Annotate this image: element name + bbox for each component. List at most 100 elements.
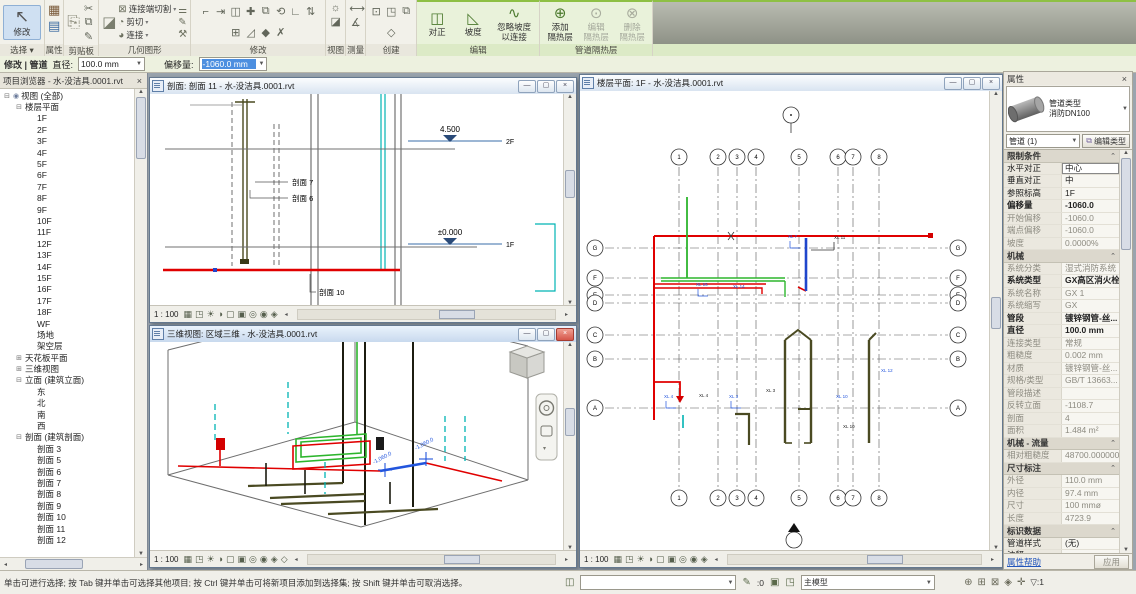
- modify-button[interactable]: ↖ 修改: [3, 5, 41, 40]
- tree-expander-icon[interactable]: ⊞: [15, 365, 23, 373]
- slope-button[interactable]: ◺ 坡度: [456, 10, 490, 37]
- thin-lines-icon[interactable]: ◪: [329, 15, 342, 28]
- offset-icon[interactable]: ⇥: [214, 5, 227, 18]
- shadows-icon[interactable]: ◑: [218, 307, 223, 321]
- angle-dimension-icon[interactable]: ∡: [349, 16, 362, 29]
- grid-bubble[interactable]: C: [587, 327, 603, 343]
- property-row[interactable]: 材质镀锌钢管-丝...: [1004, 363, 1119, 376]
- press-drag-icon[interactable]: ⊞: [977, 577, 985, 588]
- property-row[interactable]: 剖面4: [1004, 413, 1119, 426]
- section-window-titlebar[interactable]: 剖面: 剖面 11 - 水-没洁具.0001.rvt — ▢ ×: [150, 78, 576, 95]
- property-value[interactable]: 4: [1062, 413, 1119, 425]
- viewcube[interactable]: [510, 346, 544, 378]
- detail-level-icon[interactable]: ▦: [613, 552, 622, 566]
- minimize-icon[interactable]: —: [518, 328, 536, 341]
- property-section-header[interactable]: 机械⌃: [1004, 250, 1119, 263]
- property-row[interactable]: 注释: [1004, 550, 1119, 553]
- red-pipes[interactable]: [654, 236, 931, 420]
- worksharing-display-icon[interactable]: ◈: [271, 307, 278, 321]
- grid-bubble[interactable]: 7: [845, 149, 861, 165]
- measure-distance-icon[interactable]: ⟷: [349, 2, 362, 15]
- tree-item[interactable]: 4F: [0, 147, 134, 158]
- riser-tag[interactable]: XL 7: [788, 234, 798, 239]
- riser-tag[interactable]: XL 3: [766, 388, 776, 393]
- grid-bubble[interactable]: 8: [871, 149, 887, 165]
- property-value[interactable]: 湿式消防系统: [1062, 263, 1119, 275]
- tree-item[interactable]: 11F: [0, 227, 134, 238]
- property-row[interactable]: 偏移量-1060.0: [1004, 200, 1119, 213]
- property-row[interactable]: 参照标高1F: [1004, 188, 1119, 201]
- family-types-icon[interactable]: ▦: [48, 2, 60, 18]
- property-value[interactable]: 0.002 mm: [1062, 350, 1119, 362]
- property-value[interactable]: -1060.0: [1062, 200, 1119, 212]
- callout-label[interactable]: 剖面 6: [292, 193, 313, 203]
- trim-icon[interactable]: ∟: [289, 6, 302, 18]
- three-d-window[interactable]: 三维视图: 区域三维 - 水-没洁具.0001.rvt — ▢ ×: [149, 325, 577, 568]
- property-row[interactable]: 反转立面-1108.7: [1004, 400, 1119, 413]
- project-browser-hscrollbar[interactable]: ◂▸: [0, 557, 147, 570]
- riser-tag[interactable]: XL 10: [836, 394, 848, 399]
- grid-bubble[interactable]: 6: [830, 490, 846, 506]
- property-value[interactable]: 110.0 mm: [1062, 475, 1119, 487]
- property-value[interactable]: 97.4 mm: [1062, 488, 1119, 500]
- grid-bubble[interactable]: B: [587, 351, 603, 367]
- pencil-icon[interactable]: ✎: [742, 577, 750, 588]
- property-row[interactable]: 连接类型常规: [1004, 338, 1119, 351]
- tree-item[interactable]: ⊟◉视图 (全部): [0, 90, 134, 101]
- grid-bubble[interactable]: 1: [671, 149, 687, 165]
- crop-view-icon[interactable]: ▢: [226, 552, 235, 566]
- properties-title[interactable]: 属性×: [1004, 72, 1132, 85]
- plan-vscrollbar[interactable]: ▲ ▼: [989, 91, 1002, 551]
- tree-item[interactable]: 9F: [0, 204, 134, 215]
- property-row[interactable]: 规格/类型GB/T 13663...: [1004, 375, 1119, 388]
- tree-item[interactable]: 13F: [0, 249, 134, 260]
- mirror-icon[interactable]: ◫: [229, 5, 242, 18]
- property-value[interactable]: GX高区消火栓: [1062, 275, 1119, 287]
- close-icon[interactable]: ×: [1120, 74, 1129, 84]
- tree-item[interactable]: ⊞天花板平面: [0, 352, 134, 363]
- show-crop-icon[interactable]: ▣: [668, 552, 677, 566]
- edit-type-button[interactable]: ⧉ 编辑类型: [1082, 134, 1130, 148]
- grid-bubble[interactable]: G: [950, 240, 966, 256]
- level-marker-1f[interactable]: ±0.000 1F: [408, 228, 514, 249]
- property-row[interactable]: 粗糙度0.002 mm: [1004, 350, 1119, 363]
- copy-icon[interactable]: ⧉: [259, 5, 272, 18]
- property-section-header[interactable]: 机械 - 流量⌃: [1004, 438, 1119, 451]
- crop-view-icon[interactable]: ▢: [226, 307, 235, 321]
- property-row[interactable]: 尺寸100 mmø: [1004, 500, 1119, 513]
- tree-item[interactable]: 3F: [0, 136, 134, 147]
- pin-icon[interactable]: ◆: [259, 26, 272, 39]
- tree-expander-icon[interactable]: ⊞: [15, 354, 23, 362]
- beam-cutback-icon[interactable]: ⚌: [178, 5, 187, 16]
- tree-item[interactable]: ⊟立面 (建筑立面): [0, 375, 134, 386]
- property-value[interactable]: 常规: [1062, 338, 1119, 350]
- tree-item[interactable]: 1F: [0, 113, 134, 124]
- restore-icon[interactable]: ▢: [537, 328, 555, 341]
- restore-icon[interactable]: ▢: [963, 77, 981, 90]
- project-browser-vscrollbar[interactable]: ▲ ▼: [134, 89, 147, 557]
- grid-bubble[interactable]: A: [950, 400, 966, 416]
- scale-control[interactable]: 1 : 100: [154, 310, 178, 319]
- scale-control[interactable]: 1 : 100: [584, 555, 608, 564]
- tree-item[interactable]: 17F: [0, 295, 134, 306]
- tree-item[interactable]: 剖面 10: [0, 511, 134, 522]
- property-value[interactable]: (无): [1062, 538, 1119, 550]
- tree-item[interactable]: 15F: [0, 272, 134, 283]
- reveal-hidden-icon[interactable]: ◉: [260, 307, 268, 321]
- properties-vscrollbar[interactable]: ▲ ▼: [1119, 150, 1132, 553]
- plan-window-titlebar[interactable]: 楼层平面: 1F - 水-没洁具.0001.rvt — ▢ ×: [580, 75, 1002, 92]
- property-value[interactable]: GX 1: [1062, 288, 1119, 300]
- locked-3d-icon[interactable]: ◇: [281, 552, 288, 566]
- property-row[interactable]: 管道样式(无): [1004, 538, 1119, 551]
- grid-bubble[interactable]: G: [587, 240, 603, 256]
- pipe-create-icon[interactable]: ◳: [385, 5, 398, 18]
- riser-tag[interactable]: XL 3: [729, 394, 739, 399]
- grid-bubble[interactable]: D: [950, 295, 966, 311]
- close-icon[interactable]: ×: [556, 328, 574, 341]
- riser-tag[interactable]: XL 14: [733, 284, 745, 289]
- show-crop-icon[interactable]: ▣: [238, 552, 247, 566]
- select-underlay-icon[interactable]: ⊠: [991, 577, 999, 588]
- tree-item[interactable]: 西: [0, 420, 134, 431]
- tree-item[interactable]: 剖面 3: [0, 443, 134, 454]
- grid-bubble[interactable]: F: [950, 270, 966, 286]
